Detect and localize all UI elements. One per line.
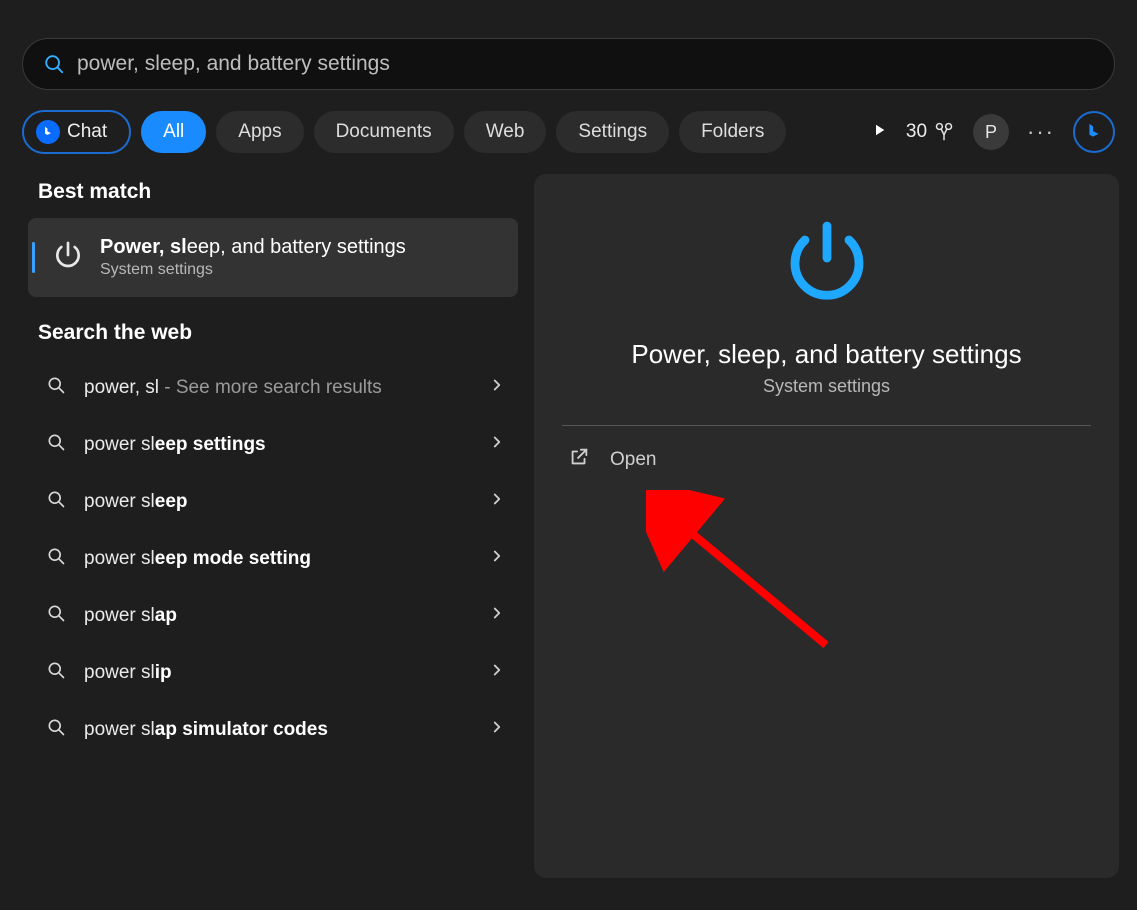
- chevron-right-icon: [488, 490, 506, 514]
- rewards-icon: [933, 121, 955, 143]
- chat-tab[interactable]: Chat: [22, 110, 131, 154]
- open-label: Open: [610, 449, 656, 471]
- web-suggestion[interactable]: power sleep settings: [28, 416, 518, 473]
- search-icon: [46, 660, 66, 685]
- web-suggestion[interactable]: power slap simulator codes: [28, 701, 518, 758]
- all-tab[interactable]: All: [141, 111, 206, 153]
- chevron-right-icon: [488, 718, 506, 742]
- chevron-right-icon: [488, 661, 506, 685]
- chevron-right-icon: [488, 547, 506, 571]
- web-suggestion-text: power slip: [84, 662, 488, 684]
- search-icon: [46, 546, 66, 571]
- chevron-right-icon: [488, 433, 506, 457]
- settings-tab[interactable]: Settings: [556, 111, 669, 153]
- search-icon: [46, 603, 66, 628]
- search-icon: [46, 489, 66, 514]
- search-web-heading: Search the web: [38, 321, 518, 345]
- rewards-points[interactable]: 30: [906, 121, 955, 143]
- web-suggestion[interactable]: power slap: [28, 587, 518, 644]
- documents-tab[interactable]: Documents: [314, 111, 454, 153]
- preview-subtitle: System settings: [763, 376, 890, 397]
- more-filters-icon[interactable]: [870, 121, 888, 144]
- web-suggestion-text: power, sl - See more search results: [84, 377, 488, 399]
- web-tab[interactable]: Web: [464, 111, 547, 153]
- power-icon: [52, 239, 84, 276]
- folders-tab[interactable]: Folders: [679, 111, 786, 153]
- apps-tab[interactable]: Apps: [216, 111, 303, 153]
- preview-title: Power, sleep, and battery settings: [631, 339, 1021, 370]
- web-suggestion-text: power sleep settings: [84, 434, 488, 456]
- bing-chat-button[interactable]: [1073, 111, 1115, 153]
- best-match-heading: Best match: [38, 180, 518, 204]
- web-suggestion-text: power slap simulator codes: [84, 719, 488, 741]
- web-suggestion-text: power slap: [84, 605, 488, 627]
- chevron-right-icon: [488, 376, 506, 400]
- web-suggestion[interactable]: power sleep: [28, 473, 518, 530]
- open-external-icon: [568, 446, 590, 473]
- chat-tab-label: Chat: [67, 121, 107, 143]
- best-match-title: Power, sleep, and battery settings: [100, 236, 406, 259]
- avatar[interactable]: P: [973, 114, 1009, 150]
- search-box[interactable]: [22, 38, 1115, 90]
- web-suggestion-text: power sleep mode setting: [84, 548, 488, 570]
- preview-panel: Power, sleep, and battery settings Syste…: [534, 174, 1119, 878]
- web-suggestion[interactable]: power slip: [28, 644, 518, 701]
- web-suggestion-text: power sleep: [84, 491, 488, 513]
- search-input[interactable]: [77, 52, 1094, 76]
- web-suggestion[interactable]: power sleep mode setting: [28, 530, 518, 587]
- search-icon: [46, 432, 66, 457]
- chevron-right-icon: [488, 604, 506, 628]
- best-match-result[interactable]: Power, sleep, and battery settings Syste…: [28, 218, 518, 297]
- search-icon: [46, 375, 66, 400]
- power-icon-large: [779, 214, 875, 315]
- bing-chat-icon: [36, 120, 60, 144]
- more-menu-icon[interactable]: ···: [1027, 119, 1055, 145]
- search-icon: [46, 717, 66, 742]
- web-suggestion[interactable]: power, sl - See more search results: [28, 359, 518, 416]
- best-match-subtitle: System settings: [100, 261, 406, 279]
- open-button[interactable]: Open: [562, 426, 1091, 493]
- search-icon: [43, 53, 65, 75]
